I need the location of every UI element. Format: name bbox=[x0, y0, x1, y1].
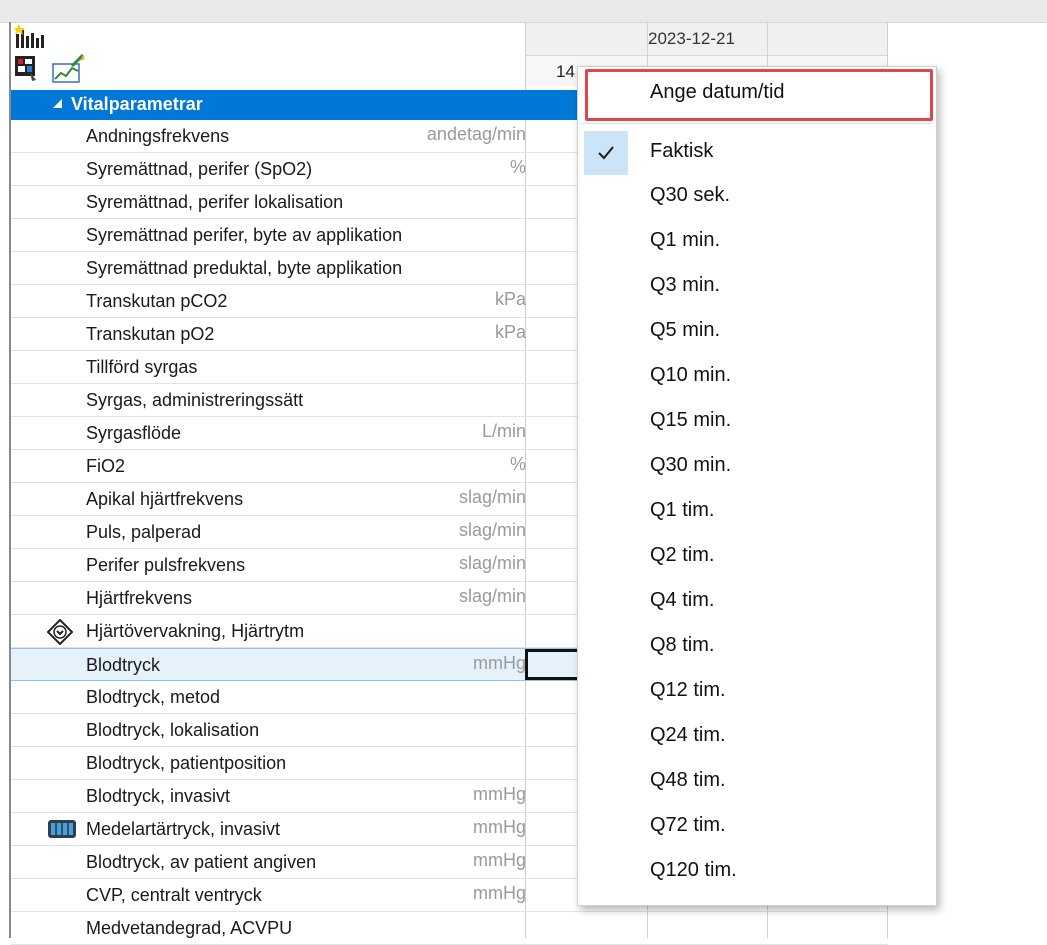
expand-diamond-icon[interactable] bbox=[46, 618, 74, 650]
parameter-unit: mmHg bbox=[473, 883, 526, 903]
menu-separator bbox=[582, 123, 932, 124]
parameter-label: Syremättnad, perifer (SpO2) bbox=[86, 159, 313, 179]
parameter-label: Medvetandegrad, ACVPU bbox=[86, 918, 293, 938]
parameter-unit: mmHg bbox=[473, 653, 526, 673]
menu-item-interval[interactable]: Q8 tim. bbox=[578, 625, 936, 669]
parameter-unit: % bbox=[509, 454, 526, 474]
date-header: 2023-12-21 bbox=[526, 23, 888, 56]
parameter-unit: slag/min bbox=[458, 520, 526, 540]
menu-item-interval[interactable]: Q72 tim. bbox=[578, 805, 936, 849]
parameter-unit: L/min bbox=[481, 421, 526, 441]
parameter-unit: slag/min bbox=[458, 553, 526, 573]
parameter-label: Perifer pulsfrekvens bbox=[86, 555, 246, 575]
menu-item-interval[interactable]: Q15 min. bbox=[578, 400, 936, 444]
menu-item-interval[interactable]: Q3 min. bbox=[578, 265, 936, 309]
parameter-label: Blodtryck bbox=[86, 655, 161, 675]
highlight-annotation-box bbox=[585, 69, 933, 121]
parameter-label: Puls, palperad bbox=[86, 522, 202, 542]
parameter-label: Transkutan pO2 bbox=[86, 324, 215, 344]
parameter-label: Blodtryck, invasivt bbox=[86, 786, 231, 806]
parameter-label: FiO2 bbox=[86, 456, 126, 476]
parameter-label: Syrgasflöde bbox=[86, 423, 182, 443]
menu-item-label: Q30 sek. bbox=[650, 184, 731, 206]
menu-item-interval[interactable]: Q5 min. bbox=[578, 310, 936, 354]
menu-item-interval[interactable]: Q24 tim. bbox=[578, 715, 936, 759]
parameter-label: Apikal hjärtfrekvens bbox=[86, 489, 244, 509]
collapse-triangle-icon[interactable] bbox=[53, 99, 62, 108]
parameter-row[interactable]: Medvetandegrad, ACVPU bbox=[11, 912, 888, 945]
parameter-label: Blodtryck, metod bbox=[86, 687, 221, 707]
section-label: Vitalparametrar bbox=[71, 94, 203, 114]
menu-item-interval[interactable]: Q1 min. bbox=[578, 220, 936, 264]
parameter-label: Andningsfrekvens bbox=[86, 126, 230, 146]
parameter-unit: kPa bbox=[494, 289, 526, 309]
menu-item-interval[interactable]: Q120 tim. bbox=[578, 850, 936, 894]
parameter-unit: slag/min bbox=[458, 586, 526, 606]
menu-item-label: Q2 tim. bbox=[650, 544, 715, 566]
menu-item-interval[interactable]: Q2 tim. bbox=[578, 535, 936, 579]
chart-settings-icon[interactable] bbox=[14, 24, 48, 50]
menu-item-label: Q5 min. bbox=[650, 319, 721, 341]
parameter-label: Blodtryck, lokalisation bbox=[86, 720, 260, 740]
monitor-device-icon[interactable] bbox=[47, 817, 77, 846]
parameter-unit: slag/min bbox=[458, 487, 526, 507]
menu-item-label: Q1 min. bbox=[650, 229, 721, 251]
toolbar-divider bbox=[0, 22, 1047, 23]
menu-item-label: Q48 tim. bbox=[650, 769, 726, 791]
menu-item-label: Q15 min. bbox=[650, 409, 732, 431]
parameter-label: Transkutan pCO2 bbox=[86, 291, 228, 311]
top-toolbar bbox=[0, 0, 1047, 22]
parameter-unit: mmHg bbox=[473, 850, 526, 870]
menu-item-label: Q24 tim. bbox=[650, 724, 726, 746]
parameter-unit: mmHg bbox=[473, 817, 526, 837]
menu-item-interval[interactable]: Q30 min. bbox=[578, 445, 936, 489]
menu-item-actual[interactable]: Faktisk bbox=[578, 131, 936, 175]
menu-item-label: Q72 tim. bbox=[650, 814, 726, 836]
focused-cell[interactable] bbox=[525, 649, 580, 680]
menu-item-label: Q120 tim. bbox=[650, 859, 737, 881]
parameter-unit: andetag/min bbox=[426, 124, 526, 144]
grid-edit-icon[interactable] bbox=[14, 54, 38, 82]
menu-item-interval[interactable]: Q10 min. bbox=[578, 355, 936, 399]
parameter-label: Syremättnad perifer, byte av applikation bbox=[86, 225, 403, 245]
menu-item-interval[interactable]: Q4 tim. bbox=[578, 580, 936, 624]
menu-item-interval[interactable]: Q30 sek. bbox=[578, 175, 936, 219]
menu-item-label: Q4 tim. bbox=[650, 589, 715, 611]
menu-item-interval[interactable]: Q1 tim. bbox=[578, 490, 936, 534]
trend-chart-icon[interactable] bbox=[52, 54, 86, 84]
menu-item-interval[interactable]: Q48 tim. bbox=[578, 760, 936, 804]
menu-item-label: Q1 tim. bbox=[650, 499, 715, 521]
parameter-unit: % bbox=[509, 157, 526, 177]
menu-item-label: Q12 tim. bbox=[650, 679, 726, 701]
parameter-label: Syremättnad, perifer lokalisation bbox=[86, 192, 344, 212]
menu-check-background bbox=[584, 131, 628, 175]
parameter-label: CVP, centralt ventryck bbox=[86, 885, 262, 905]
parameter-label: Blodtryck, patientposition bbox=[86, 753, 287, 773]
interval-context-menu: Ange datum/tid Faktisk Q30 sek. Q1 min. … bbox=[577, 66, 937, 906]
menu-item-interval[interactable]: Q12 tim. bbox=[578, 670, 936, 714]
time-header-label: 14 bbox=[556, 62, 575, 81]
menu-item-label: Q30 min. bbox=[650, 454, 732, 476]
parameter-label: Hjärtövervakning, Hjärtrytm bbox=[86, 621, 305, 641]
menu-item-label: Faktisk bbox=[650, 140, 714, 162]
parameter-unit: kPa bbox=[494, 322, 526, 342]
checkmark-icon bbox=[598, 146, 614, 160]
parameter-label: Syrgas, administreringssätt bbox=[86, 390, 304, 410]
parameter-label: Tillförd syrgas bbox=[86, 357, 198, 377]
parameter-label: Medelartärtryck, invasivt bbox=[86, 819, 281, 839]
parameter-unit: mmHg bbox=[473, 784, 526, 804]
menu-item-label: Q8 tim. bbox=[650, 634, 715, 656]
parameter-label: Syremättnad preduktal, byte applikation bbox=[86, 258, 403, 278]
parameter-label: Blodtryck, av patient angiven bbox=[86, 852, 317, 872]
menu-item-label: Q10 min. bbox=[650, 364, 732, 386]
parameter-label: Hjärtfrekvens bbox=[86, 588, 193, 608]
menu-item-label: Q3 min. bbox=[650, 274, 721, 296]
